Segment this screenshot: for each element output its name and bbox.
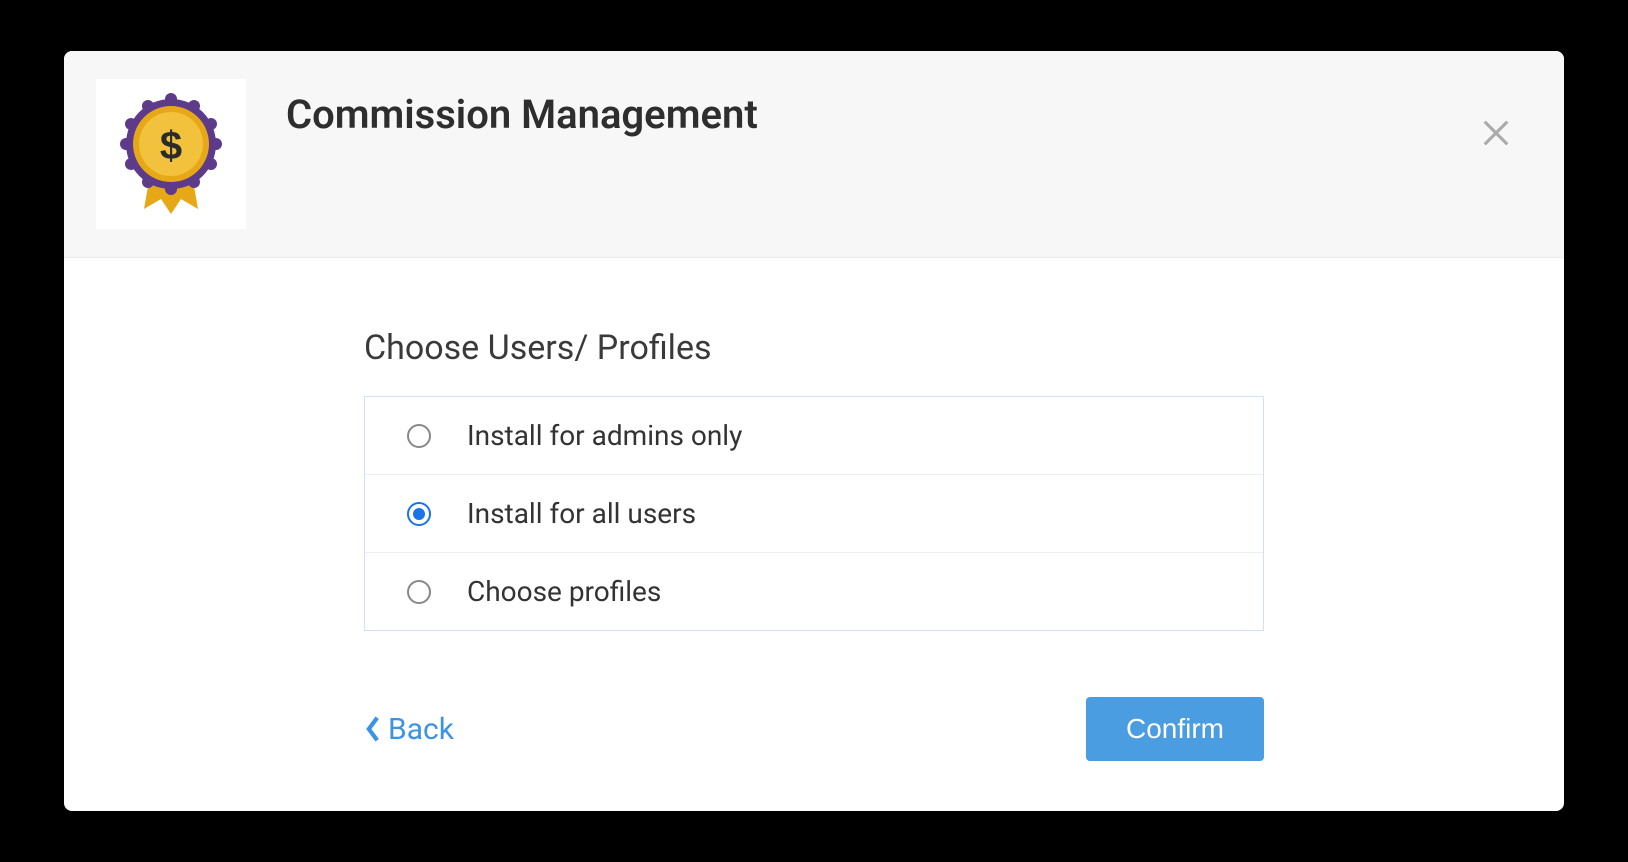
radio-icon bbox=[407, 502, 431, 526]
option-admins-only[interactable]: Install for admins only bbox=[365, 397, 1263, 475]
app-icon-badge: $ bbox=[96, 79, 246, 229]
options-box: Install for admins only Install for all … bbox=[364, 396, 1264, 631]
close-icon bbox=[1479, 116, 1513, 150]
radio-icon bbox=[407, 580, 431, 604]
confirm-button[interactable]: Confirm bbox=[1086, 697, 1264, 761]
section-title: Choose Users/ Profiles bbox=[364, 328, 1264, 368]
option-label: Choose profiles bbox=[467, 575, 661, 608]
svg-text:$: $ bbox=[160, 124, 182, 168]
back-button[interactable]: Back bbox=[364, 712, 454, 747]
option-label: Install for all users bbox=[467, 497, 696, 530]
commission-medal-icon: $ bbox=[116, 89, 226, 219]
modal-body: Choose Users/ Profiles Install for admin… bbox=[64, 258, 1564, 637]
chevron-left-icon bbox=[364, 715, 382, 743]
close-button[interactable] bbox=[1476, 113, 1516, 153]
back-label: Back bbox=[388, 712, 454, 747]
option-label: Install for admins only bbox=[467, 419, 742, 452]
install-modal: $ Commission Management Choose Users/ Pr… bbox=[64, 51, 1564, 811]
option-choose-profiles[interactable]: Choose profiles bbox=[365, 553, 1263, 630]
option-all-users[interactable]: Install for all users bbox=[365, 475, 1263, 553]
modal-title: Commission Management bbox=[286, 91, 758, 138]
radio-icon bbox=[407, 424, 431, 448]
modal-header: $ Commission Management bbox=[64, 51, 1564, 258]
modal-footer: Back Confirm bbox=[64, 697, 1564, 811]
